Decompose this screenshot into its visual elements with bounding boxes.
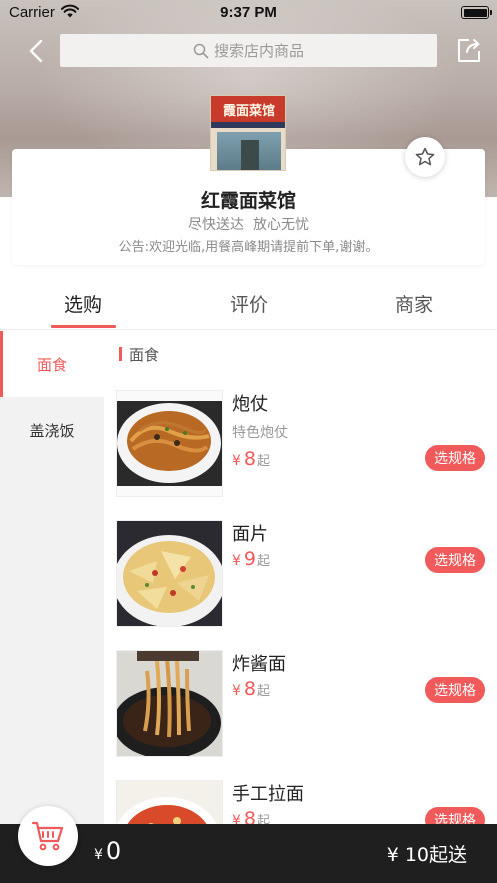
- cart-currency: ¥: [94, 847, 103, 863]
- share-icon: [458, 39, 480, 62]
- share-button[interactable]: [455, 37, 482, 64]
- min-order-label: ¥ 10起送: [386, 844, 467, 866]
- favorite-button[interactable]: [405, 137, 445, 177]
- store-name: 红霞面菜馆: [200, 190, 296, 212]
- product-image: [116, 390, 223, 497]
- price-suffix: 起: [257, 684, 271, 699]
- price-currency: ¥: [232, 453, 241, 469]
- store-logo: 霞面菜馆: [210, 95, 286, 171]
- store-logo-sign: 霞面菜馆: [211, 96, 285, 122]
- tab-reviews[interactable]: 评价: [166, 290, 332, 317]
- status-bar: Carrier 9:37 PM: [0, 0, 497, 26]
- back-button[interactable]: [24, 36, 50, 66]
- section-marker: [119, 347, 122, 361]
- category-item-noodles[interactable]: 面食: [0, 331, 104, 397]
- price-suffix: 起: [257, 554, 271, 569]
- star-icon: [415, 147, 435, 166]
- section-title: 面食: [129, 346, 160, 364]
- cart-total: ¥0: [94, 837, 121, 865]
- price-suffix: 起: [257, 454, 271, 469]
- search-input[interactable]: 搜索店内商品: [60, 34, 437, 67]
- store-notice: 公告:欢迎光临,用餐高峰期请提前下单,谢谢。: [118, 240, 379, 255]
- product-price: ¥8起: [232, 678, 270, 700]
- product-item[interactable]: 炸酱面 ¥8起 选规格: [104, 650, 497, 780]
- product-item[interactable]: 面片 ¥9起 选规格: [104, 520, 497, 650]
- search-placeholder: 搜索店内商品: [213, 42, 304, 60]
- product-name: 炮仗: [232, 394, 268, 415]
- cart-icon: [31, 821, 64, 851]
- tab-merchant[interactable]: 商家: [331, 290, 497, 317]
- store-slogan: 尽快送达 放心无忧: [188, 217, 309, 233]
- back-icon: [29, 39, 43, 63]
- price-value: 8: [243, 678, 257, 700]
- product-desc: 特色炮仗: [232, 425, 288, 441]
- cart-button[interactable]: [18, 806, 78, 866]
- battery-icon: [461, 6, 492, 19]
- section-header: 面食: [104, 331, 497, 377]
- price-value: 8: [243, 448, 257, 470]
- choose-spec-button[interactable]: 选规格: [425, 677, 485, 703]
- tab-bar: 选购 评价 商家: [0, 278, 497, 330]
- product-image: [116, 650, 223, 757]
- category-label: 盖浇饭: [29, 421, 75, 440]
- product-name: 面片: [232, 524, 268, 545]
- category-sidebar: 面食 盖浇饭: [0, 331, 104, 883]
- product-name: 炸酱面: [232, 654, 286, 675]
- tab-active-indicator: [51, 325, 116, 328]
- price-currency: ¥: [232, 553, 241, 569]
- choose-spec-button[interactable]: 选规格: [425, 445, 485, 471]
- category-label: 面食: [36, 355, 67, 374]
- search-icon: [193, 43, 209, 58]
- price-value: 9: [243, 548, 257, 570]
- status-time: 9:37 PM: [220, 4, 277, 21]
- category-item-rice[interactable]: 盖浇饭: [0, 397, 104, 463]
- product-name: 手工拉面: [232, 784, 304, 805]
- product-price: ¥8起: [232, 448, 270, 470]
- product-image: [116, 520, 223, 627]
- product-item[interactable]: 炮仗 特色炮仗 ¥8起 选规格: [104, 390, 497, 520]
- app: Carrier 9:37 PM 搜索店内商品 霞面菜馆 红霞面菜馆 尽快送达 放…: [0, 0, 497, 883]
- tab-shop[interactable]: 选购: [0, 290, 166, 317]
- price-currency: ¥: [232, 683, 241, 699]
- product-price: ¥9起: [232, 548, 270, 570]
- choose-spec-button[interactable]: 选规格: [425, 547, 485, 573]
- cart-total-value: 0: [105, 837, 122, 865]
